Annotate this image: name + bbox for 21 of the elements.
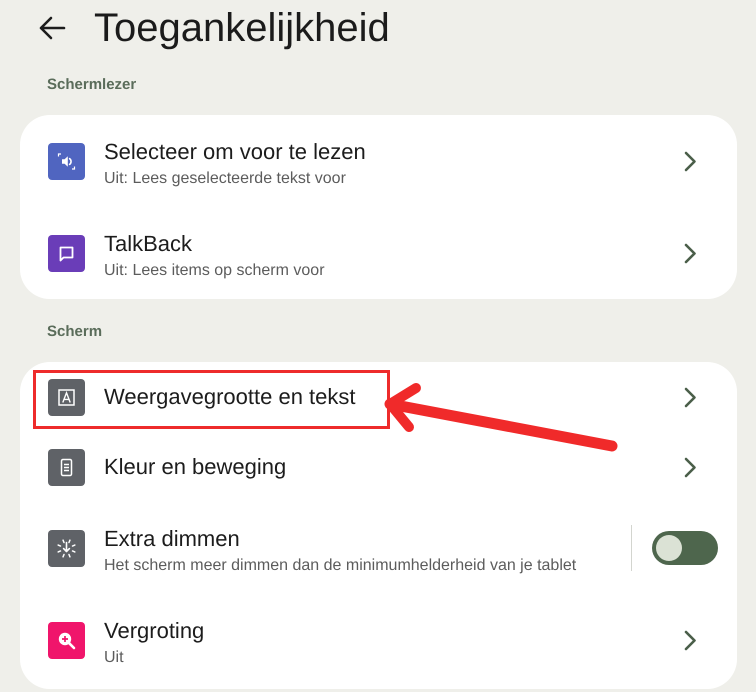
chevron-right-icon (684, 456, 697, 478)
setting-title[interactable]: Vergroting (104, 616, 204, 644)
setting-summary: Uit: Lees geselecteerde tekst voor (104, 168, 346, 188)
chevron-right-icon (684, 630, 697, 650)
setting-summary: Het scherm meer dimmen dan de minimumhelderheid van je tablet (104, 556, 576, 576)
chevron-right-icon (684, 242, 697, 264)
chevron-right-icon (684, 150, 697, 172)
setting-title[interactable]: Selecteer om voor te lezen (104, 138, 366, 166)
chevron-right-icon (684, 386, 697, 408)
setting-summary: Uit: Lees items op scherm voor (104, 260, 325, 280)
setting-title[interactable]: Weergavegrootte en tekst (104, 383, 356, 411)
back-arrow-icon (38, 16, 66, 40)
setting-title[interactable]: Extra dimmen (104, 524, 240, 552)
setting-summary: Uit (104, 648, 124, 668)
page-title: Toegankelijkheid (94, 5, 390, 52)
setting-title[interactable]: Kleur en beweging (104, 453, 286, 481)
toggle-switch[interactable] (652, 531, 718, 565)
section-header: Schermlezer (47, 75, 136, 95)
section-header: Scherm (47, 322, 102, 342)
back-button[interactable] (37, 15, 67, 41)
setting-title[interactable]: TalkBack (104, 230, 192, 258)
